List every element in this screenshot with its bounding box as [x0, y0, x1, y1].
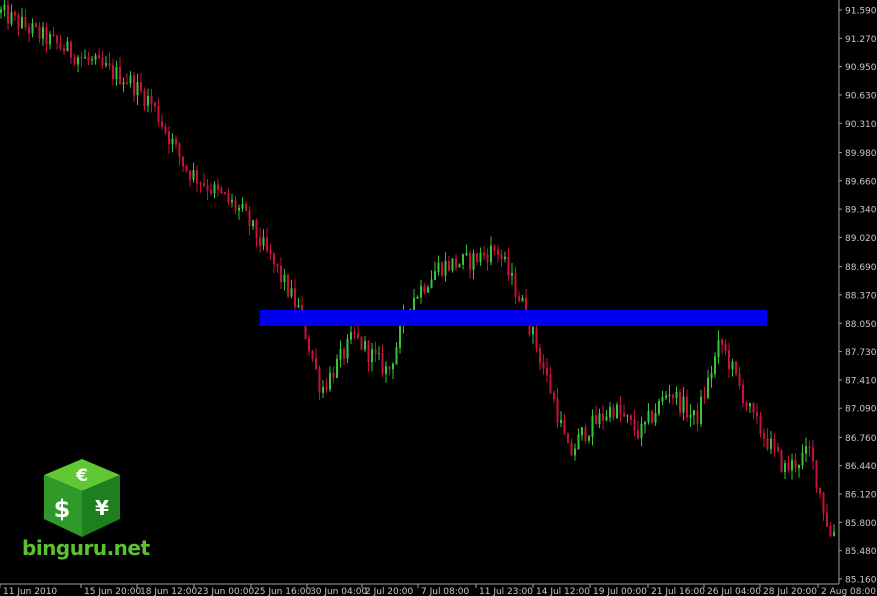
price-tick-label: 87.730: [845, 348, 877, 358]
dice-icon: € $ ¥: [44, 459, 120, 537]
price-tick-label: 90.950: [845, 63, 877, 73]
euro-icon: €: [75, 466, 88, 486]
time-tick-label: 7 Jul 08:00: [421, 587, 470, 596]
time-tick-label: 15 Jun 20:00: [84, 587, 141, 596]
time-tick-label: 14 Jul 12:00: [536, 587, 590, 596]
time-tick-label: 23 Jun 00:00: [197, 587, 254, 596]
time-tick-label: 2 Aug 08:00: [821, 587, 876, 596]
time-tick-label: 11 Jun 2010: [3, 587, 57, 596]
time-tick-label: 26 Jul 04:00: [707, 587, 761, 596]
price-tick-label: 86.120: [845, 491, 877, 501]
price-tick-label: 89.020: [845, 234, 877, 244]
time-tick-label: 18 Jun 12:00: [140, 587, 197, 596]
price-tick-label: 86.440: [845, 462, 877, 472]
price-tick-label: 87.410: [845, 376, 877, 386]
dollar-icon: $: [54, 495, 71, 523]
time-tick-label: 19 Jul 00:00: [593, 587, 647, 596]
price-tick-label: 89.340: [845, 206, 877, 216]
price-tick-label: 90.630: [845, 91, 877, 101]
time-tick-label: 21 Jul 16:00: [651, 587, 705, 596]
price-tick-label: 89.980: [845, 149, 877, 159]
price-tick-label: 90.310: [845, 120, 877, 130]
time-tick-label: 11 Jul 23:00: [479, 587, 533, 596]
time-tick-label: 25 Jun 16:00: [254, 587, 311, 596]
logo-text: binguru.net: [22, 536, 150, 560]
price-tick-label: 91.270: [845, 35, 877, 45]
price-tick-label: 88.370: [845, 291, 877, 301]
price-tick-label: 91.590: [845, 7, 877, 17]
price-tick-label: 88.050: [845, 320, 877, 330]
resistance-zone: [259, 309, 768, 326]
price-tick-label: 85.160: [845, 576, 877, 586]
price-tick-label: 87.090: [845, 405, 877, 415]
price-tick-label: 86.760: [845, 434, 877, 444]
yen-icon: ¥: [95, 496, 109, 520]
price-tick-label: 88.690: [845, 263, 877, 273]
time-tick-label: 30 Jun 04:00: [310, 587, 367, 596]
price-tick-label: 89.660: [845, 177, 877, 187]
price-tick-label: 85.800: [845, 519, 877, 529]
price-tick-label: 85.480: [845, 547, 877, 557]
time-tick-label: 2 Jul 20:00: [365, 587, 414, 596]
time-tick-label: 28 Jul 20:00: [763, 587, 817, 596]
